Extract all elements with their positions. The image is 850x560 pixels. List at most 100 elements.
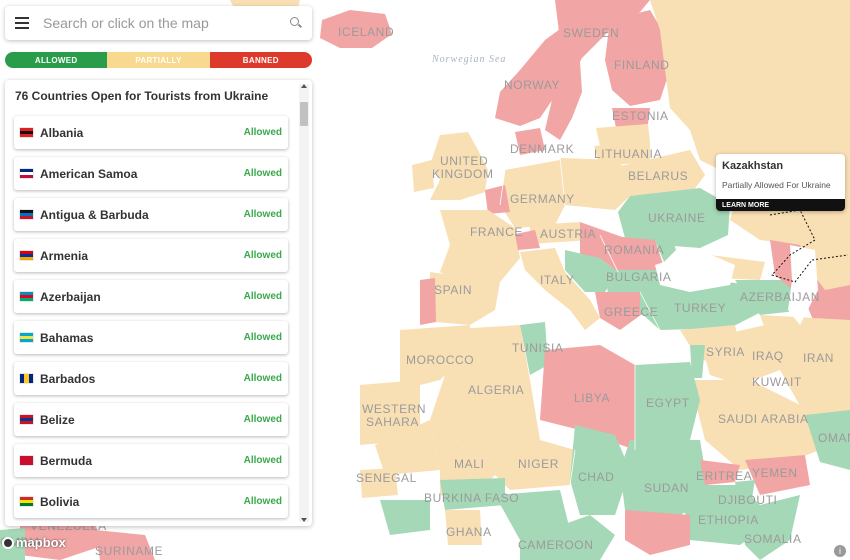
svg-text:SURINAME: SURINAME	[95, 544, 163, 558]
scroll-up-arrow-icon[interactable]	[301, 84, 307, 88]
svg-text:AZERBAIJAN: AZERBAIJAN	[740, 290, 820, 304]
svg-text:WESTERN: WESTERN	[362, 402, 426, 416]
barbados-flag-icon	[20, 374, 33, 383]
panel-title: 76 Countries Open for Tourists from Ukra…	[15, 89, 269, 103]
svg-text:ESTONIA: ESTONIA	[612, 109, 669, 123]
svg-text:YEMEN: YEMEN	[752, 466, 798, 480]
country-list: Albania Allowed American Samoa Allowed A…	[14, 116, 288, 526]
list-item[interactable]: Armenia Allowed	[14, 239, 288, 272]
azerbaijan-flag-icon	[20, 292, 33, 301]
learn-more-button[interactable]: LEARN MORE	[716, 199, 845, 211]
svg-text:KUWAIT: KUWAIT	[752, 375, 802, 389]
list-item[interactable]: Azerbaijan Allowed	[14, 280, 288, 313]
status-badge: Allowed	[243, 291, 282, 302]
svg-text:BELARUS: BELARUS	[628, 169, 688, 183]
status-badge: Allowed	[243, 332, 282, 343]
bolivia-flag-icon	[20, 497, 33, 506]
svg-text:LIBYA: LIBYA	[574, 391, 610, 405]
svg-text:SOMALIA: SOMALIA	[744, 532, 802, 546]
svg-text:KINGDOM: KINGDOM	[432, 167, 494, 181]
svg-text:DENMARK: DENMARK	[510, 142, 574, 156]
armenia-flag-icon	[20, 251, 33, 260]
country-name: American Samoa	[40, 166, 138, 181]
antigua-barbuda-flag-icon	[20, 210, 33, 219]
list-item[interactable]: Bolivia Allowed	[14, 485, 288, 518]
svg-text:DJIBOUTI: DJIBOUTI	[718, 493, 777, 507]
status-badge: Allowed	[243, 496, 282, 507]
hamburger-menu-icon[interactable]	[15, 17, 29, 29]
search-bar	[5, 6, 312, 40]
country-name: Belize	[40, 412, 75, 427]
bahamas-flag-icon	[20, 333, 33, 342]
bermuda-flag-icon	[20, 456, 33, 465]
popup-title: Kazakhstan	[722, 160, 784, 172]
belize-flag-icon	[20, 415, 33, 424]
country-name: Azerbaijan	[40, 289, 101, 304]
svg-text:IRAQ: IRAQ	[752, 349, 784, 363]
svg-text:NIGER: NIGER	[518, 457, 559, 471]
legend-partially[interactable]: PARTIALLY	[107, 52, 210, 68]
country-name: Barbados	[40, 371, 96, 386]
svg-text:SAHARA: SAHARA	[366, 415, 419, 429]
popup-status-text: Partially Allowed For Ukraine	[722, 180, 831, 190]
list-item[interactable]: Bermuda Allowed	[14, 444, 288, 477]
status-badge: Allowed	[243, 455, 282, 466]
scroll-down-arrow-icon[interactable]	[301, 518, 307, 522]
svg-text:SUDAN: SUDAN	[644, 481, 689, 495]
country-ireland[interactable]	[412, 160, 434, 192]
legend-allowed[interactable]: ALLOWED	[5, 52, 108, 68]
american-samoa-flag-icon	[20, 169, 33, 178]
svg-text:SENEGAL: SENEGAL	[356, 471, 417, 485]
list-item[interactable]: Barbados Allowed	[14, 362, 288, 395]
svg-text:TUNISIA: TUNISIA	[512, 341, 564, 355]
country-name: Bermuda	[40, 453, 93, 468]
search-input[interactable]	[41, 14, 290, 32]
scrollbar-thumb[interactable]	[300, 102, 308, 126]
status-badge: Allowed	[243, 250, 282, 261]
svg-text:Norwegian Sea: Norwegian Sea	[431, 54, 506, 65]
svg-text:ICELAND: ICELAND	[338, 25, 394, 39]
svg-text:ITALY: ITALY	[540, 273, 575, 287]
list-item[interactable]: Antigua & Barbuda Allowed	[14, 198, 288, 231]
status-badge: Allowed	[243, 209, 282, 220]
svg-text:CHAD: CHAD	[578, 470, 614, 484]
svg-text:FRANCE: FRANCE	[470, 225, 523, 239]
attribution-info-icon[interactable]: i	[834, 545, 846, 557]
svg-text:ETHIOPIA: ETHIOPIA	[698, 513, 759, 527]
list-item[interactable]: American Samoa Allowed	[14, 157, 288, 190]
panel-scrollbar[interactable]	[299, 84, 309, 522]
country-popup: Kazakhstan Partially Allowed For Ukraine…	[716, 154, 845, 211]
svg-text:SAUDI ARABIA: SAUDI ARABIA	[718, 412, 809, 426]
svg-text:BURKINA FASO: BURKINA FASO	[424, 491, 519, 505]
svg-text:GREECE: GREECE	[604, 305, 658, 319]
svg-text:CAMEROON: CAMEROON	[518, 538, 593, 552]
svg-text:SWEDEN: SWEDEN	[563, 26, 619, 40]
svg-text:TURKEY: TURKEY	[674, 301, 726, 315]
status-badge: Allowed	[243, 373, 282, 384]
svg-text:ALGERIA: ALGERIA	[468, 383, 524, 397]
svg-text:IRAN: IRAN	[803, 351, 834, 365]
mapbox-logo[interactable]: mapbox	[2, 535, 66, 550]
list-item[interactable]: Bahamas Allowed	[14, 321, 288, 354]
svg-text:LITHUANIA: LITHUANIA	[594, 147, 662, 161]
legend-banned[interactable]: BANNED	[209, 52, 312, 68]
list-item[interactable]: Albania Allowed	[14, 116, 288, 149]
svg-text:ROMANIA: ROMANIA	[604, 243, 664, 257]
country-list-panel: 76 Countries Open for Tourists from Ukra…	[5, 80, 312, 526]
list-item[interactable]: Belize Allowed	[14, 403, 288, 436]
svg-text:AUSTRIA: AUSTRIA	[540, 227, 596, 241]
status-badge: Allowed	[243, 414, 282, 425]
svg-text:UKRAINE: UKRAINE	[648, 211, 706, 225]
albania-flag-icon	[20, 128, 33, 137]
svg-text:SPAIN: SPAIN	[434, 283, 472, 297]
country-name: Bahamas	[40, 330, 94, 345]
country-name: Armenia	[40, 248, 89, 263]
svg-text:EGYPT: EGYPT	[646, 396, 690, 410]
svg-text:FINLAND: FINLAND	[614, 58, 670, 72]
status-badge: Allowed	[243, 168, 282, 179]
svg-text:GHANA: GHANA	[446, 525, 492, 539]
mapbox-logo-text: mapbox	[16, 535, 66, 550]
country-name: Bolivia	[40, 494, 80, 509]
svg-text:BULGARIA: BULGARIA	[606, 270, 672, 284]
search-icon[interactable]	[290, 17, 302, 29]
